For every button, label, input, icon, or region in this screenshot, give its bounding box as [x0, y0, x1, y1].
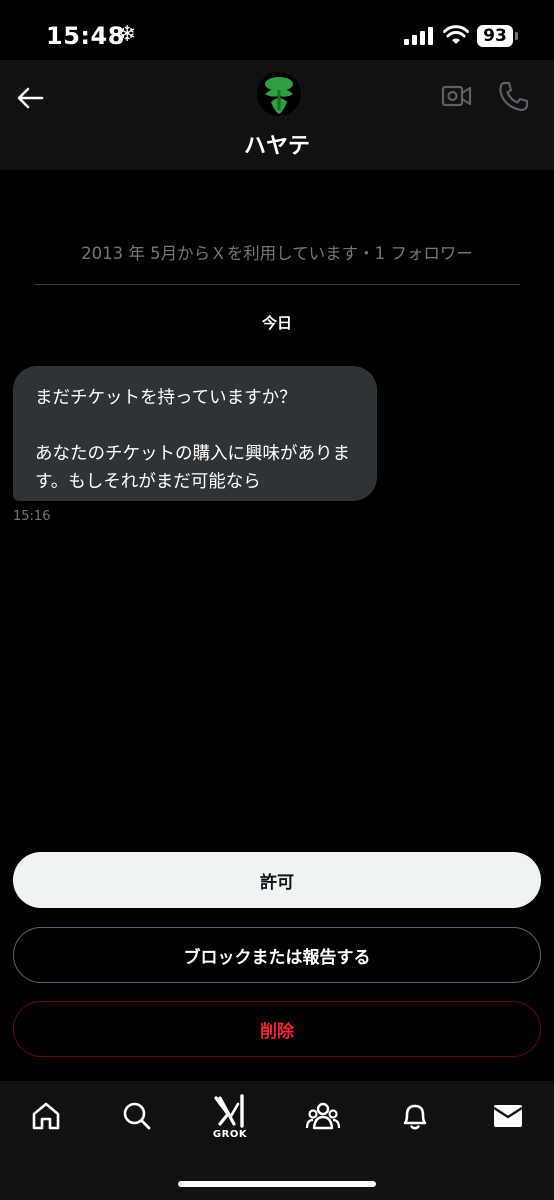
battery-nub [515, 32, 518, 40]
grok-icon [214, 1094, 244, 1128]
voice-call-button[interactable] [498, 80, 529, 116]
allow-button[interactable]: 許可 [13, 852, 541, 908]
snowflake-icon: ❄ [118, 22, 137, 47]
search-icon [123, 1102, 151, 1130]
nav-notifications[interactable] [395, 1098, 435, 1134]
nav-communities[interactable] [303, 1098, 343, 1134]
communities-icon [305, 1102, 341, 1130]
delete-button[interactable]: 削除 [13, 1001, 541, 1057]
cellular-signal-icon [404, 27, 434, 49]
block-or-report-button[interactable]: ブロックまたは報告する [13, 927, 541, 983]
arrow-left-icon [17, 87, 44, 109]
leaf-avatar-icon [265, 77, 293, 114]
account-joined-info: 2013 年 5月からＸを利用しています・1 フォロワー [81, 244, 473, 263]
message-timestamp: 15:16 [13, 509, 51, 524]
avatar[interactable] [257, 72, 301, 116]
wifi-icon [443, 25, 469, 49]
home-icon [32, 1102, 60, 1130]
video-call-button[interactable] [441, 82, 473, 114]
divider [34, 284, 520, 285]
nav-grok-label: GROK [212, 1129, 248, 1140]
nav-search[interactable] [117, 1098, 157, 1134]
phone-icon [499, 81, 529, 112]
notifications-bell-icon [403, 1104, 427, 1130]
nav-grok[interactable] [210, 1093, 250, 1129]
message-bubble[interactable]: まだチケットを持っていますか？ あなたのチケットの購入に興味があります。もしそれ… [13, 366, 377, 501]
nav-home[interactable] [26, 1098, 66, 1134]
home-indicator [178, 1181, 376, 1187]
contact-name[interactable]: ハヤテ [0, 128, 554, 160]
messages-envelope-icon [493, 1105, 523, 1127]
video-camera-icon [441, 85, 472, 107]
back-button[interactable] [12, 80, 48, 116]
battery-indicator: 93 [477, 25, 513, 47]
status-time: 15:48 [46, 22, 125, 50]
nav-messages[interactable] [488, 1098, 528, 1134]
date-separator: 今日 [261, 314, 292, 332]
